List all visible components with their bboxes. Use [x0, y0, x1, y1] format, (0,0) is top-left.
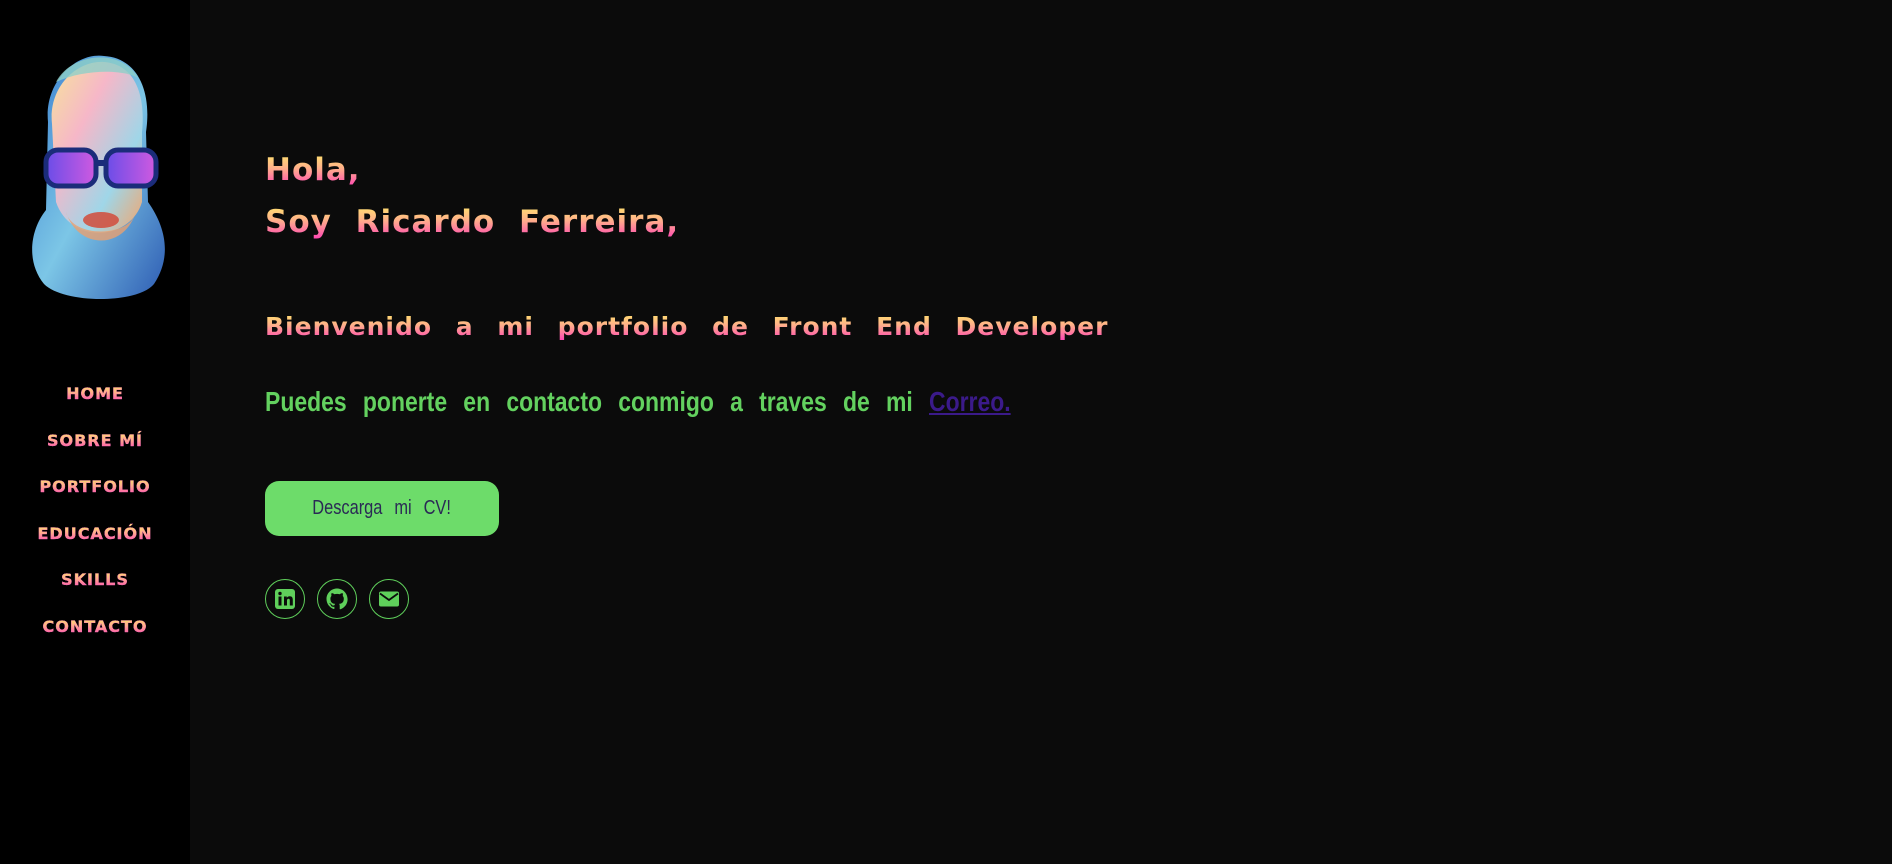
nav-link-educacion[interactable]: EDUCACIÓN — [37, 524, 152, 543]
nav-link-sobre-mi[interactable]: SOBRE MÍ — [47, 430, 143, 449]
nav-item-portfolio: PORTFOLIO — [0, 477, 190, 524]
contact-line: Puedes ponerte en contacto conmigo a tra… — [265, 382, 1011, 422]
linkedin-icon — [275, 589, 295, 609]
nav-link-portfolio[interactable]: PORTFOLIO — [39, 477, 150, 496]
portrait-image — [32, 55, 165, 299]
github-icon — [326, 588, 348, 610]
nav-item-home: HOME — [0, 384, 190, 431]
linkedin-link[interactable] — [265, 579, 305, 619]
github-link[interactable] — [317, 579, 357, 619]
welcome-heading: Bienvenido a mi portfolio de Front End D… — [265, 310, 1108, 344]
nav-link-home[interactable]: HOME — [66, 384, 124, 403]
envelope-icon — [379, 591, 399, 607]
greeting-line-1: Hola, — [265, 152, 361, 188]
main-nav: HOME SOBRE MÍ PORTFOLIO EDUCACIÓN SKILLS… — [0, 384, 190, 664]
contact-text: Puedes ponerte en contacto conmigo a tra… — [265, 386, 929, 417]
nav-item-skills: SKILLS — [0, 570, 190, 617]
hero-section: Hola, Soy Ricardo Ferreira, Bienvenido a… — [265, 0, 1825, 864]
welcome-text: Bienvenido a mi portfolio de Front End D… — [265, 312, 1109, 341]
nav-item-sobre-mi: SOBRE MÍ — [0, 430, 190, 478]
sidebar: HOME SOBRE MÍ PORTFOLIO EDUCACIÓN SKILLS… — [0, 0, 190, 864]
download-cv-label: Descarga mi CV! — [312, 497, 452, 519]
nav-item-contacto: CONTACTO — [0, 617, 190, 664]
nav-link-contacto[interactable]: CONTACTO — [42, 617, 147, 636]
email-link[interactable]: Correo. — [929, 386, 1011, 417]
email-icon-link[interactable] — [369, 579, 409, 619]
social-links — [265, 579, 409, 619]
nav-link-skills[interactable]: SKILLS — [61, 570, 129, 589]
download-cv-button[interactable]: Descarga mi CV! — [265, 481, 499, 536]
nav-item-educacion: EDUCACIÓN — [0, 524, 190, 571]
greeting-line-2: Soy Ricardo Ferreira, — [265, 204, 680, 240]
hero-greeting: Hola, Soy Ricardo Ferreira, — [265, 144, 679, 248]
avatar — [26, 52, 174, 304]
